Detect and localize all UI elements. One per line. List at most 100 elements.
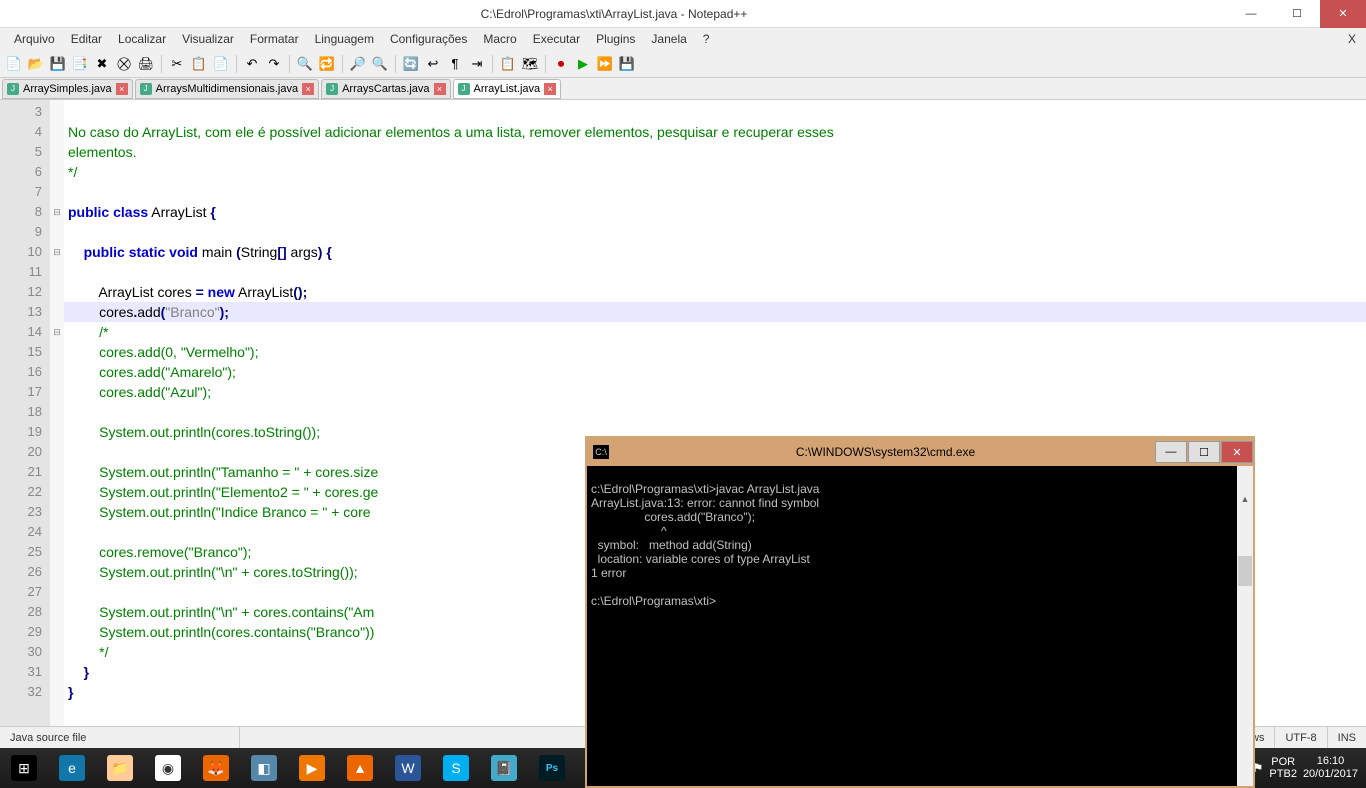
tab-close-icon[interactable]: × xyxy=(544,83,556,95)
code-line[interactable]: cores.add("Branco"); xyxy=(64,302,1366,322)
code-line[interactable]: cores.add("Azul"); xyxy=(64,382,1366,402)
code-line[interactable]: ArrayList cores = new ArrayList(); xyxy=(64,282,1366,302)
taskbar-app1[interactable]: ◧ xyxy=(240,748,288,788)
tray-language[interactable]: POR PTB2 xyxy=(1269,756,1297,780)
maximize-button[interactable]: ☐ xyxy=(1274,0,1320,28)
line-number: 24 xyxy=(0,522,50,542)
doc-map-icon[interactable]: 🗺 xyxy=(520,54,540,74)
show-all-icon[interactable]: ¶ xyxy=(445,54,465,74)
redo-icon[interactable]: ↷ xyxy=(264,54,284,74)
file-icon: J xyxy=(7,83,19,95)
save-all-icon[interactable]: 📑 xyxy=(70,54,90,74)
cut-icon[interactable]: ✂ xyxy=(167,54,187,74)
line-number: 17 xyxy=(0,382,50,402)
cmd-close-button[interactable]: ✕ xyxy=(1221,441,1253,463)
file-icon: J xyxy=(140,83,152,95)
record-icon[interactable]: ⏺ xyxy=(551,54,571,74)
fold-marker[interactable]: ⊟ xyxy=(50,202,64,222)
menu-?[interactable]: ? xyxy=(695,30,718,48)
status-mode: INS xyxy=(1328,727,1366,748)
code-line[interactable]: No caso do ArrayList, com ele é possível… xyxy=(64,122,1366,142)
code-line[interactable] xyxy=(64,402,1366,422)
new-file-icon[interactable]: 📄 xyxy=(4,54,24,74)
taskbar-notes[interactable]: 📓 xyxy=(480,748,528,788)
cmd-body[interactable]: c:\Edrol\Programas\xti>javac ArrayList.j… xyxy=(587,466,1253,786)
line-number-gutter: 3456789101112131415161718192021222324252… xyxy=(0,100,50,726)
fold-marker[interactable]: ⊟ xyxy=(50,322,64,342)
tab-close-icon[interactable]: × xyxy=(116,83,128,95)
menu-configurações[interactable]: Configurações xyxy=(382,30,475,48)
menu-formatar[interactable]: Formatar xyxy=(242,30,307,48)
taskbar-app2[interactable]: ▶ xyxy=(288,748,336,788)
code-line[interactable]: public class ArrayList { xyxy=(64,202,1366,222)
taskbar-explorer[interactable]: 📁 xyxy=(96,748,144,788)
sync-icon[interactable]: 🔄 xyxy=(401,54,421,74)
save-icon[interactable]: 💾 xyxy=(48,54,68,74)
start-button[interactable]: ⊞ xyxy=(0,748,48,788)
code-line[interactable] xyxy=(64,262,1366,282)
menu-arquivo[interactable]: Arquivo xyxy=(6,30,63,48)
taskbar-photoshop[interactable]: Ps xyxy=(528,748,576,788)
code-line[interactable]: elementos. xyxy=(64,142,1366,162)
minimize-button[interactable]: — xyxy=(1228,0,1274,28)
undo-icon[interactable]: ↶ xyxy=(242,54,262,74)
play-icon[interactable]: ▶ xyxy=(573,54,593,74)
fold-marker[interactable]: ⊟ xyxy=(50,242,64,262)
play-multi-icon[interactable]: ⏩ xyxy=(595,54,615,74)
code-line[interactable] xyxy=(64,102,1366,122)
menu-macro[interactable]: Macro xyxy=(475,30,524,48)
paste-icon[interactable]: 📄 xyxy=(211,54,231,74)
close-file-icon[interactable]: ✖ xyxy=(92,54,112,74)
menu-plugins[interactable]: Plugins xyxy=(588,30,643,48)
zoom-out-icon[interactable]: 🔍 xyxy=(370,54,390,74)
taskbar-ie[interactable]: e xyxy=(48,748,96,788)
taskbar-vlc[interactable]: ▲ xyxy=(336,748,384,788)
code-line[interactable]: cores.add(0, "Vermelho"); xyxy=(64,342,1366,362)
replace-icon[interactable]: 🔁 xyxy=(317,54,337,74)
code-line[interactable]: cores.add("Amarelo"); xyxy=(64,362,1366,382)
line-number: 18 xyxy=(0,402,50,422)
cmd-title-bar[interactable]: C:\ C:\WINDOWS\system32\cmd.exe — ☐ ✕ xyxy=(587,438,1253,466)
menu-localizar[interactable]: Localizar xyxy=(110,30,174,48)
menu-linguagem[interactable]: Linguagem xyxy=(307,30,382,48)
menu-x[interactable]: X xyxy=(1348,32,1356,46)
cmd-minimize-button[interactable]: — xyxy=(1155,441,1187,463)
tab-arrayscartas-java[interactable]: JArraysCartas.java× xyxy=(321,79,450,99)
menu-janela[interactable]: Janela xyxy=(643,30,694,48)
taskbar-chrome[interactable]: ◉ xyxy=(144,748,192,788)
copy-icon[interactable]: 📋 xyxy=(189,54,209,74)
code-line[interactable] xyxy=(64,182,1366,202)
cmd-icon: C:\ xyxy=(593,445,609,459)
taskbar-skype[interactable]: S xyxy=(432,748,480,788)
menu-visualizar[interactable]: Visualizar xyxy=(174,30,242,48)
find-icon[interactable]: 🔍 xyxy=(295,54,315,74)
code-line[interactable]: /* xyxy=(64,322,1366,342)
code-line[interactable]: public static void main (String[] args) … xyxy=(64,242,1366,262)
close-button[interactable]: ✕ xyxy=(1320,0,1366,28)
code-line[interactable]: */ xyxy=(64,162,1366,182)
close-all-icon[interactable]: ⛒ xyxy=(114,54,134,74)
func-list-icon[interactable]: 📋 xyxy=(498,54,518,74)
toolbar: 📄 📂 💾 📑 ✖ ⛒ 🖨 ✂ 📋 📄 ↶ ↷ 🔍 🔁 🔎 🔍 🔄 ↩ ¶ ⇥ … xyxy=(0,50,1366,78)
menu-editar[interactable]: Editar xyxy=(63,30,110,48)
wrap-icon[interactable]: ↩ xyxy=(423,54,443,74)
tray-clock[interactable]: 16:10 20/01/2017 xyxy=(1303,755,1358,781)
print-icon[interactable]: 🖨 xyxy=(136,54,156,74)
open-file-icon[interactable]: 📂 xyxy=(26,54,46,74)
cmd-scroll-thumb[interactable] xyxy=(1238,556,1252,586)
taskbar-firefox[interactable]: 🦊 xyxy=(192,748,240,788)
taskbar-word[interactable]: W xyxy=(384,748,432,788)
save-macro-icon[interactable]: 💾 xyxy=(617,54,637,74)
cmd-scrollbar[interactable]: ▲ xyxy=(1237,466,1253,786)
tab-arraysimples-java[interactable]: JArraySimples.java× xyxy=(2,79,133,99)
indent-icon[interactable]: ⇥ xyxy=(467,54,487,74)
tab-close-icon[interactable]: × xyxy=(302,83,314,95)
cmd-maximize-button[interactable]: ☐ xyxy=(1188,441,1220,463)
tab-arraysmultidimensionais-java[interactable]: JArraysMultidimensionais.java× xyxy=(135,79,319,99)
tab-arraylist-java[interactable]: JArrayList.java× xyxy=(453,79,562,99)
tab-close-icon[interactable]: × xyxy=(434,83,446,95)
zoom-in-icon[interactable]: 🔎 xyxy=(348,54,368,74)
menu-executar[interactable]: Executar xyxy=(525,30,588,48)
cmd-output: c:\Edrol\Programas\xti>javac ArrayList.j… xyxy=(591,468,1249,608)
code-line[interactable] xyxy=(64,222,1366,242)
